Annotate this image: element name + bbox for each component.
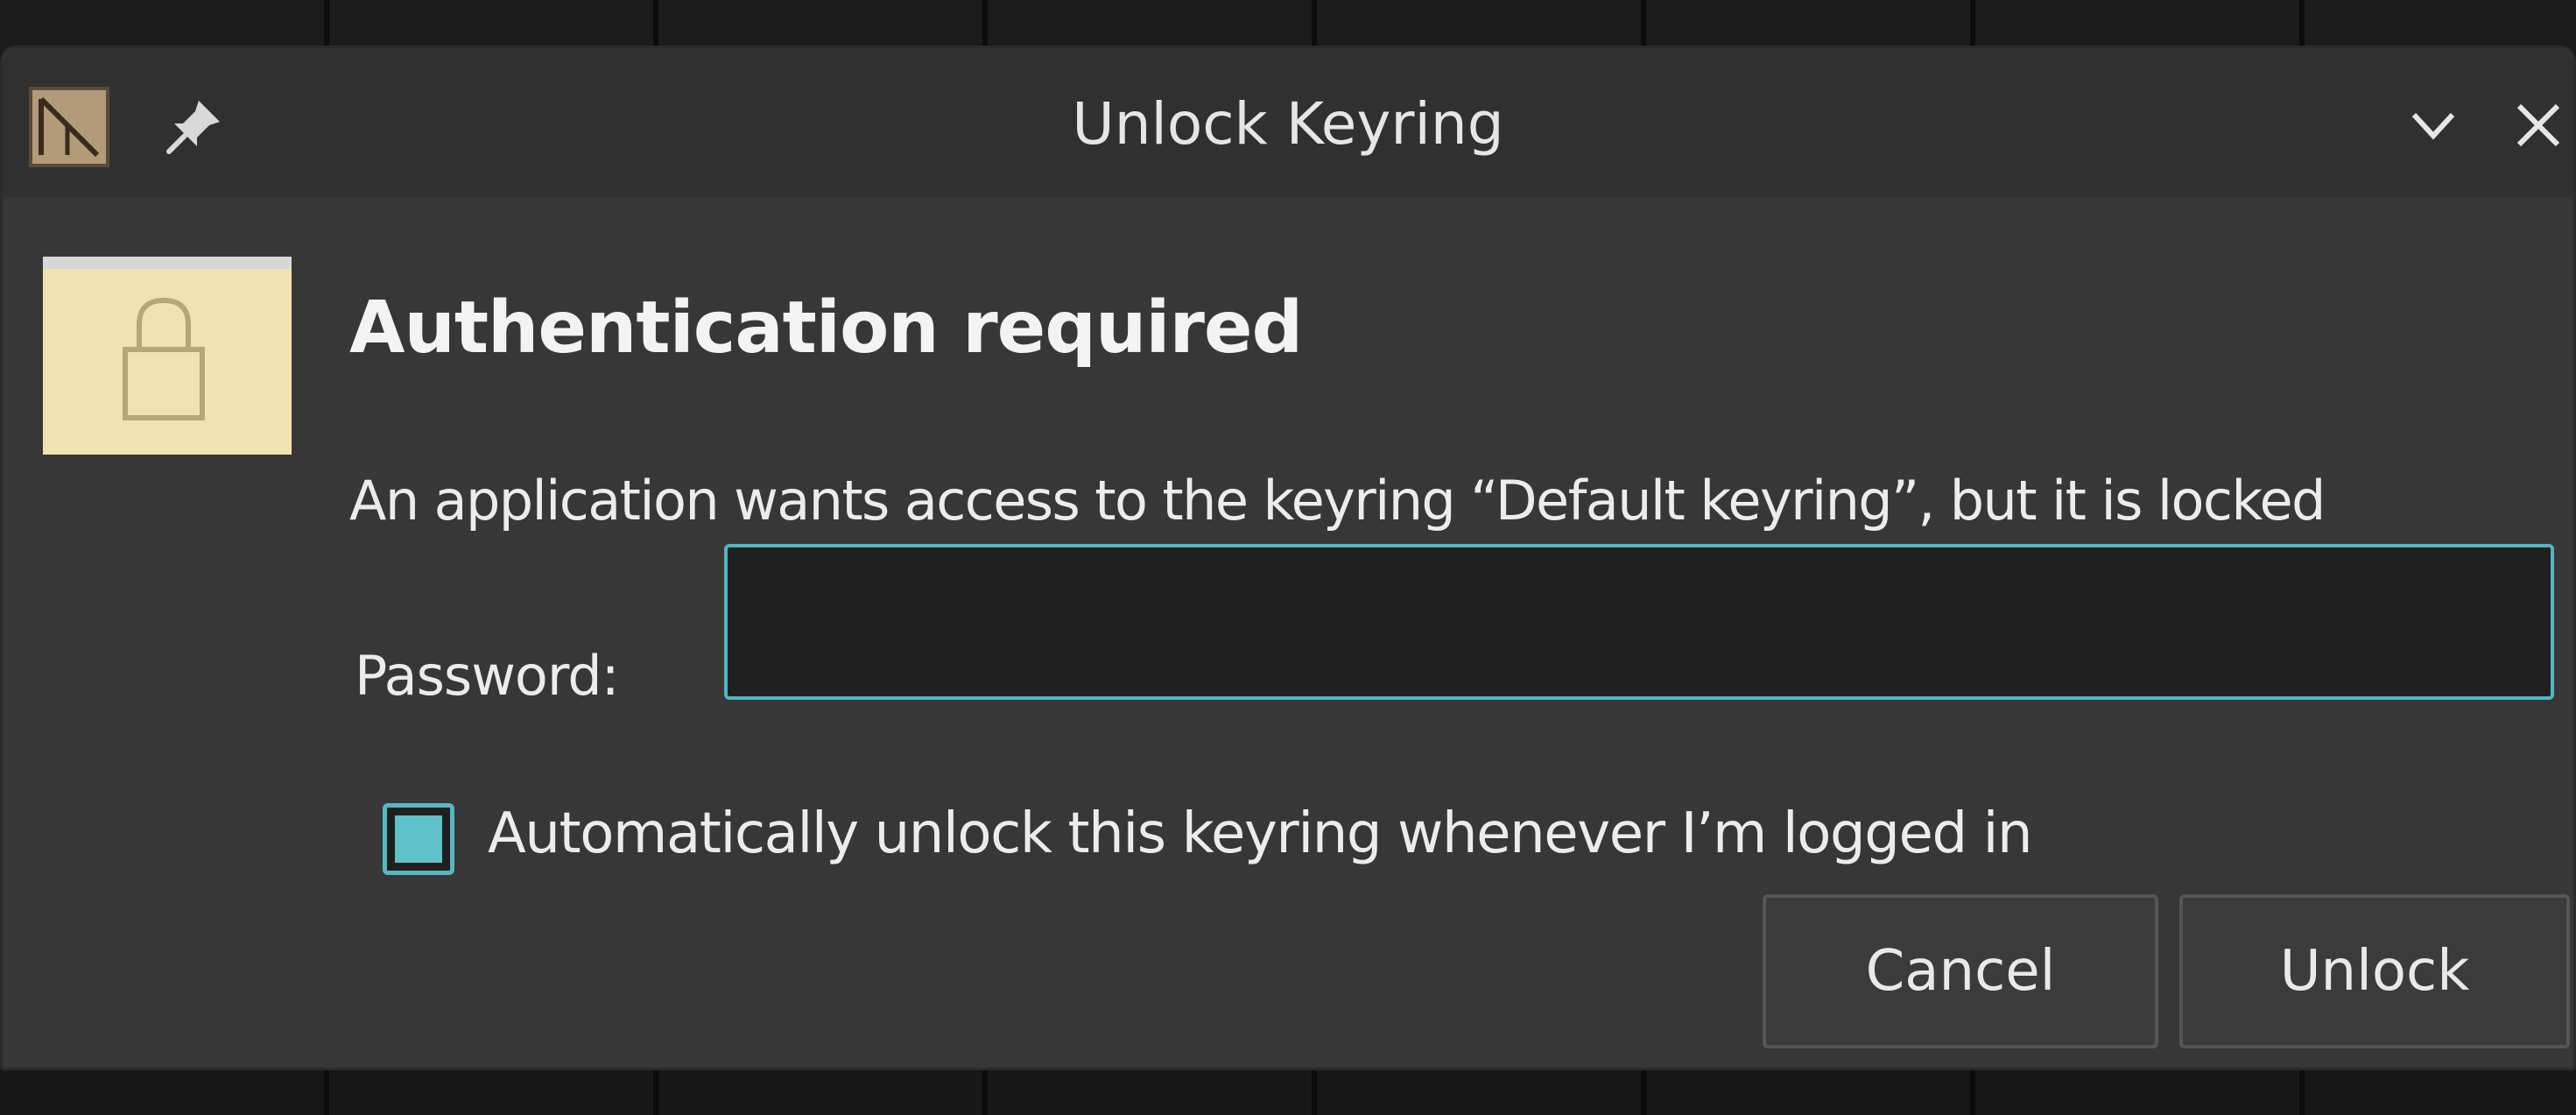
titlebar: Unlock Keyring — [3, 48, 2573, 197]
window-title: Unlock Keyring — [1072, 90, 1504, 158]
checkbox-checked-indicator — [395, 815, 442, 863]
dialog-message: An application wants access to the keyri… — [349, 469, 2326, 533]
auto-unlock-checkbox[interactable] — [383, 803, 454, 875]
password-input[interactable] — [724, 544, 2554, 700]
close-icon[interactable] — [2507, 94, 2570, 157]
auto-unlock-label[interactable]: Automatically unlock this keyring whenev… — [488, 801, 2033, 866]
dialog-heading: Authentication required — [349, 286, 1303, 370]
unlock-button[interactable]: Unlock — [2179, 894, 2570, 1048]
cancel-button[interactable]: Cancel — [1763, 894, 2158, 1048]
desktop-background-bottom — [0, 1064, 2576, 1115]
chevron-down-icon[interactable] — [2402, 94, 2465, 157]
unlock-keyring-dialog: Unlock Keyring Authentication required A… — [0, 46, 2576, 1070]
password-label: Password: — [355, 644, 619, 708]
desktop-background-top — [0, 0, 2576, 53]
lock-icon — [43, 257, 292, 455]
